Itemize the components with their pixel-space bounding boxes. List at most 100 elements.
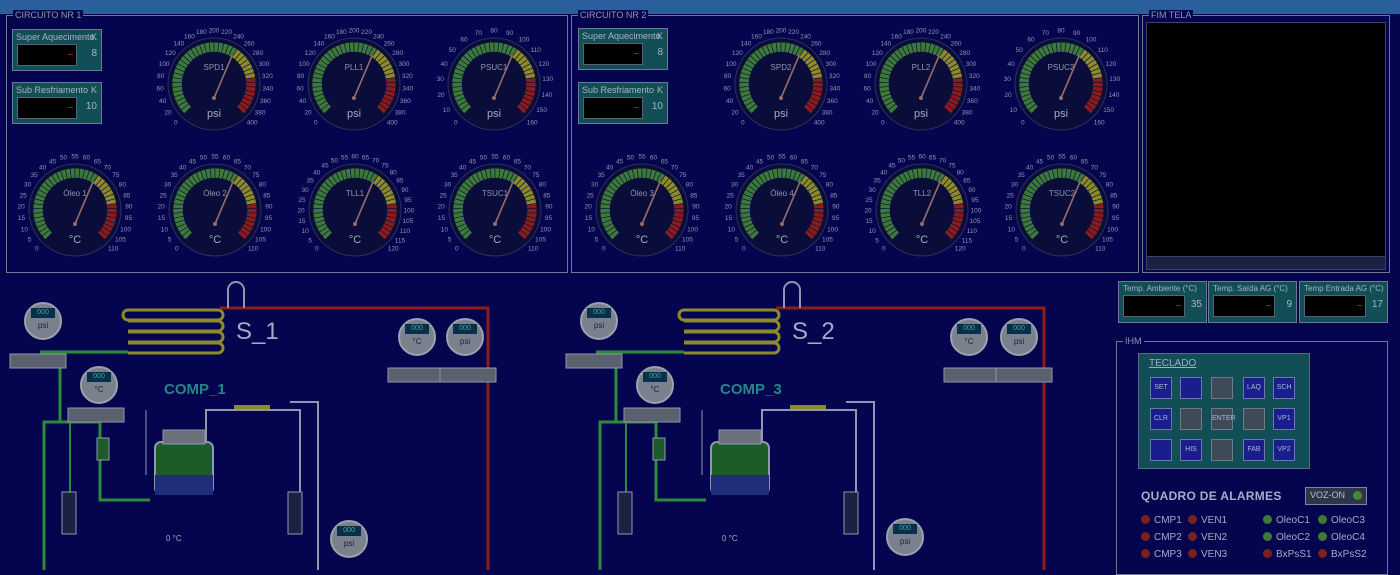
gauge-tick-label: 95 xyxy=(265,215,273,222)
gauge-tick-label: 35 xyxy=(306,177,314,184)
gauge-unit: psi xyxy=(774,108,788,120)
key-blank-10[interactable] xyxy=(1150,439,1172,461)
gauge-tick-label: 110 xyxy=(400,228,411,235)
voice-status-led xyxy=(1353,491,1362,500)
key-set[interactable]: SET xyxy=(1150,377,1172,399)
gauge-tick-label: 60 xyxy=(83,155,91,162)
gauge-tick-label: 80 xyxy=(390,169,398,176)
key-clr[interactable]: CLR xyxy=(1150,408,1172,430)
gauge-tick-label: 80 xyxy=(157,73,165,80)
camera-screen[interactable] xyxy=(1146,22,1386,258)
gauge-tick-label: 140 xyxy=(542,92,553,99)
gauge-tick-label: 180 xyxy=(763,29,774,36)
c1-superheat-box: Super Aquecimento K 8 xyxy=(12,29,102,71)
gauge-tick-label: 75 xyxy=(948,163,956,170)
key-sch[interactable]: SCH xyxy=(1273,377,1295,399)
gauge-unit: °C xyxy=(636,234,648,246)
gauge-tick-label: 15 xyxy=(1005,215,1013,222)
gauge-tick-label: 65 xyxy=(514,158,522,165)
gauge-reading: 000 xyxy=(643,372,667,382)
key-vp1[interactable]: VP1 xyxy=(1273,408,1295,430)
alarm-label: CMP2 xyxy=(1154,532,1182,543)
gauge-unit: psi xyxy=(914,108,928,120)
gauge-reading: 000 xyxy=(453,324,477,334)
pressure-gauge-icon: 000 °C xyxy=(398,318,436,356)
screen-scrollbar[interactable] xyxy=(1146,256,1386,270)
voice-toggle[interactable]: VOZ-ON xyxy=(1305,487,1367,505)
pressure-gauge-icon: 000 psi xyxy=(886,518,924,556)
gauge-name: Óleo 3 xyxy=(630,189,654,198)
gauge-tick-label: 35 xyxy=(738,172,746,179)
gauge-tick-label: 110 xyxy=(1095,246,1106,253)
gauge-tick-label: 30 xyxy=(1011,182,1019,189)
gauge-oleo4: 0 5 10 15 20 25 30 35 40 45 50 55 60 65 70 75 80 85 90 95 10… xyxy=(707,138,857,258)
gauge-tick-label: 120 xyxy=(305,50,316,57)
key-his[interactable]: HIS xyxy=(1180,439,1202,461)
gauge-tick-label: 380 xyxy=(962,110,973,117)
gauge-tsuc1: 0 5 10 15 20 25 30 35 40 45 50 55 60 65 70 75 80 85 90 95 10… xyxy=(420,138,570,258)
gauge-tick-label: 45 xyxy=(616,158,624,165)
gauge-tick-label: 80 xyxy=(1057,28,1065,35)
alarm-led-icon xyxy=(1141,532,1150,541)
temp-entry-value: 17 xyxy=(1371,299,1383,310)
gauge-tick-label: 280 xyxy=(959,50,970,57)
gauge-tick-label: 90 xyxy=(265,204,273,211)
key-blank-12[interactable] xyxy=(1211,439,1233,461)
gauge-tick-label: 95 xyxy=(971,197,979,204)
gauge-tick-label: 50 xyxy=(1016,47,1024,54)
gauge-name: TLL1 xyxy=(346,189,365,198)
c2-superheat-unit: K xyxy=(656,31,663,41)
gauge-tick-label: 110 xyxy=(815,246,826,253)
gauge-tick-label: 280 xyxy=(252,50,263,57)
key-blank-2[interactable] xyxy=(1211,377,1233,399)
gauge-tick-label: 50 xyxy=(480,155,488,162)
gauge-tick-label: 45 xyxy=(756,158,764,165)
gauge-tick-label: 320 xyxy=(262,73,273,80)
alarm-led-icon xyxy=(1188,515,1197,524)
gauge-unit-label: psi xyxy=(899,537,911,546)
gauge-tick-label: 80 xyxy=(724,73,732,80)
temp-entry-display xyxy=(1304,295,1366,317)
key-blank-1[interactable] xyxy=(1180,377,1202,399)
gauge-tick-label: 0 xyxy=(602,246,606,253)
gauge-tick-label: 20 xyxy=(1004,92,1012,99)
key-fab[interactable]: FAB xyxy=(1243,439,1265,461)
gauge-tick-label: 50 xyxy=(60,155,68,162)
gauge-unit: °C xyxy=(776,234,788,246)
gauge-tick-label: 120 xyxy=(732,50,743,57)
gauge-tick-label: 340 xyxy=(262,86,273,93)
gauge-tick-label: 10 xyxy=(161,226,169,233)
gauge-tick-label: 20 xyxy=(1005,204,1013,211)
gauge-tick-label: 90 xyxy=(692,204,700,211)
gauge-tick-label: 105 xyxy=(682,237,693,244)
gauge-tick-label: 85 xyxy=(830,192,838,199)
key-enter[interactable]: ENTER xyxy=(1211,408,1236,430)
gauge-tick-label: 75 xyxy=(532,172,540,179)
gauge-tick-label: 50 xyxy=(767,155,775,162)
gauge-tick-label: 10 xyxy=(1008,226,1016,233)
gauge-tick-label: 20 xyxy=(585,204,593,211)
gauge-tick-label: 45 xyxy=(469,158,477,165)
gauge-tick-label: 25 xyxy=(587,192,595,199)
gauge-tick-label: 35 xyxy=(598,172,606,179)
gauge-tick-label: 130 xyxy=(1109,76,1120,83)
c2-subcool-unit: K xyxy=(656,85,663,95)
gauge-tick-label: 80 xyxy=(864,73,872,80)
voice-toggle-label: VOZ-ON xyxy=(1310,490,1345,500)
gauge-tick-label: 15 xyxy=(18,215,26,222)
key-laq[interactable]: LAQ xyxy=(1243,377,1265,399)
gauge-tick-label: 30 xyxy=(301,187,309,194)
gauge-tick-label: 95 xyxy=(125,215,133,222)
key-blank-8[interactable] xyxy=(1243,408,1265,430)
gauge-tick-label: 60 xyxy=(157,86,165,93)
key-blank-6[interactable] xyxy=(1180,408,1202,430)
system-1-name: S_1 xyxy=(236,318,279,345)
gauge-tick-label: 105 xyxy=(970,218,981,225)
gauge-tick-label: 0 xyxy=(174,120,178,127)
gauge-tick-label: 60 xyxy=(223,155,231,162)
gauge-tick-label: 280 xyxy=(392,50,403,57)
gauge-tick-label: 65 xyxy=(94,158,102,165)
alarm-label: VEN3 xyxy=(1201,549,1228,560)
key-vp2[interactable]: VP2 xyxy=(1273,439,1295,461)
gauge-unit: °C xyxy=(916,234,928,246)
